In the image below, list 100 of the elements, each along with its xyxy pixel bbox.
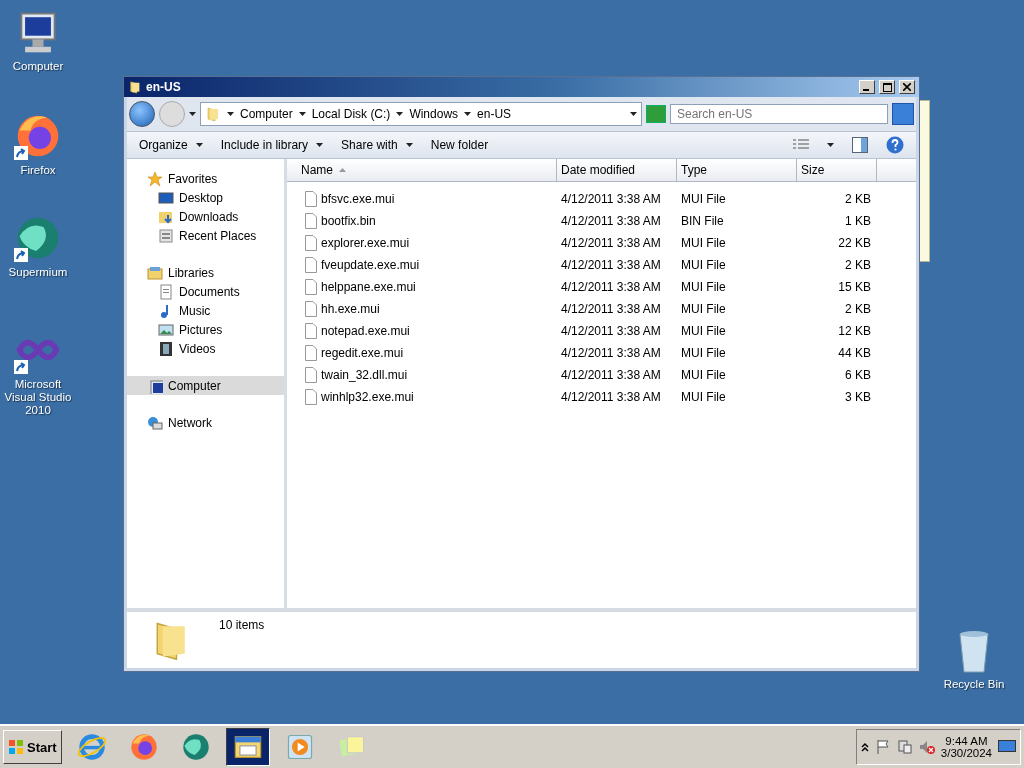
show-hidden-icons[interactable] [860,742,869,752]
clock-date[interactable]: 3/30/2024 [940,747,992,759]
nav-item[interactable]: Libraries [127,263,284,282]
column-header[interactable]: Size [797,159,877,181]
file-name[interactable]: fveupdate.exe.mui [321,258,420,272]
caret-icon [227,112,234,116]
table-cell-text: 15 KB [837,280,872,294]
nav-item[interactable]: Network [127,413,284,432]
shortcut-arrow-icon [14,146,28,160]
table-cell-text: 4/12/2011 3:38 AM [560,390,662,404]
column-header[interactable]: Type [677,159,797,181]
search-field[interactable]: Search en-US [670,104,888,124]
column-header[interactable]: Name [287,159,557,181]
toolbar-button[interactable]: Include in library [220,138,324,152]
toolbar-button[interactable]: New folder [430,138,489,152]
network-icon[interactable] [896,739,913,755]
back-button[interactable] [129,101,155,127]
nav-item[interactable]: Downloads [127,207,284,226]
shortcut-arrow-icon [14,248,28,262]
caret-icon [316,143,324,147]
toolbar-button[interactable]: Share with [341,138,413,152]
caret-icon [827,143,834,147]
address-bar[interactable]: Computer Local Disk (C:) Windows en-US [200,102,642,126]
file-name[interactable]: bfsvc.exe.mui [321,192,395,206]
documents-icon [158,283,174,300]
table-cell-text: 4/12/2011 3:38 AM [560,280,662,294]
caret-icon [464,112,472,116]
file-name[interactable]: twain_32.dll.mui [321,368,408,382]
help-icon[interactable] [886,136,904,154]
file-icon [305,301,317,317]
desktop-icon-label[interactable]: Recycle Bin [943,678,1005,691]
caret-icon [630,112,637,116]
nav-item[interactable]: Documents [127,282,284,301]
nav-item[interactable]: Music [127,301,284,320]
library-icon [147,264,163,281]
file-name[interactable]: bootfix.bin [321,214,376,228]
table-cell-text: 22 KB [837,236,872,250]
view-options-icon[interactable] [793,139,809,151]
start-button[interactable]: Start [3,730,62,764]
desktop-icon-label[interactable]: Supermium [8,266,68,279]
desktop-icon-label[interactable]: Microsoft Visual Studio 2010 [0,378,78,417]
maximize-button[interactable] [879,80,895,94]
caret-icon [195,143,203,147]
desktop-icon-label[interactable]: Firefox [20,164,56,177]
table-cell-text: MUI File [680,192,727,206]
close-icon [903,83,911,91]
clock-time[interactable]: 9:44 AM [945,735,988,747]
preview-pane-icon[interactable] [852,137,868,153]
close-button[interactable] [899,80,915,94]
table-cell-text: MUI File [680,390,727,404]
nav-item[interactable]: Desktop [127,188,284,207]
nav-item[interactable]: Videos [127,339,284,358]
column-header[interactable]: Date modified [557,159,677,181]
file-icon [305,279,317,295]
show-desktop-icon[interactable] [998,740,1016,754]
file-icon [305,345,317,361]
app-icon [76,732,107,762]
table-cell-text: MUI File [680,346,727,360]
shortcut-arrow-icon [14,360,28,374]
table-cell-text: BIN File [680,214,725,228]
table-cell-text: 4/12/2011 3:38 AM [560,214,662,228]
network-icon [147,414,163,431]
breadcrumb-item[interactable]: Windows [409,107,459,121]
muted-speaker-icon[interactable] [918,739,935,755]
desktop-icon-label[interactable]: Computer [12,60,64,73]
file-name[interactable]: notepad.exe.mui [321,324,410,338]
file-icon [305,213,317,229]
nav-item[interactable]: Recent Places [127,226,284,245]
minimize-button[interactable] [859,80,875,94]
table-cell-text: MUI File [680,258,727,272]
pictures-icon [158,321,174,338]
maximize-icon [882,82,892,92]
windows-logo-icon [8,739,24,755]
table-cell-text: 44 KB [837,346,872,360]
computer-icon [147,377,163,394]
nav-item[interactable]: Computer [127,376,284,395]
file-name[interactable]: regedit.exe.mui [321,346,404,360]
caret-icon [396,112,404,116]
nav-item[interactable]: Favorites [127,169,284,188]
breadcrumb-item[interactable]: en-US [477,107,512,121]
videos-icon [158,340,174,357]
taskbar-app-button[interactable] [225,728,270,766]
sort-arrow-icon [339,168,346,172]
table-cell-text: 4/12/2011 3:38 AM [560,368,662,382]
breadcrumb-item[interactable]: Local Disk (C:) [311,107,391,121]
breadcrumb-item[interactable]: Computer [240,107,293,121]
file-name[interactable]: hh.exe.mui [321,302,380,316]
table-cell-text: MUI File [680,280,727,294]
star-icon [147,170,163,187]
file-name[interactable]: winhlp32.exe.mui [321,390,414,404]
table-cell-text: 12 KB [837,324,872,338]
flag-icon[interactable] [874,739,891,755]
toolbar-button[interactable]: Organize [139,138,203,152]
nav-item[interactable]: Pictures [127,320,284,339]
table-cell-text: 3 KB [844,390,872,404]
table-cell-text: 4/12/2011 3:38 AM [560,192,662,206]
table-cell-text: 4/12/2011 3:38 AM [560,302,662,316]
file-name[interactable]: explorer.exe.mui [321,236,410,250]
file-name[interactable]: helppane.exe.mui [321,280,416,294]
item-count: 10 items [219,618,265,634]
